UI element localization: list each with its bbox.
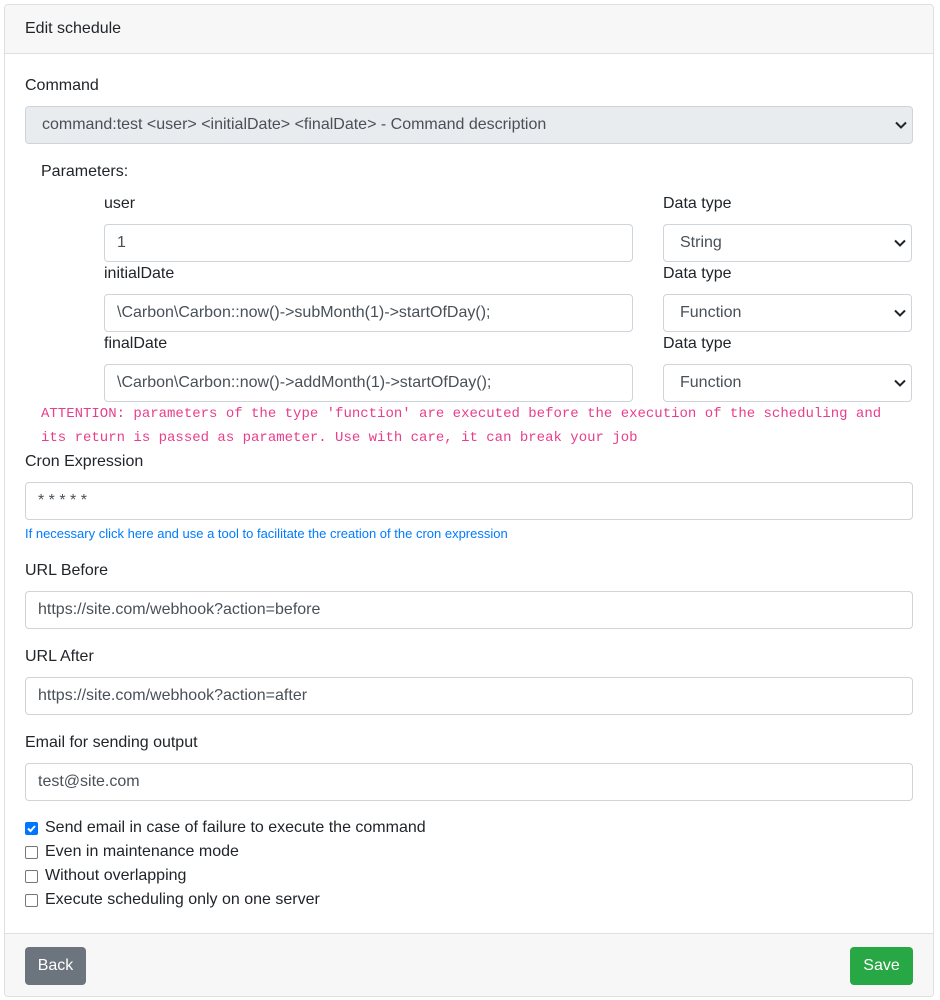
command-label: Command (25, 77, 99, 94)
back-button[interactable]: Back (25, 947, 86, 985)
url-after-value: https://site.com/webhook?action=after (38, 687, 308, 704)
cron-help-link[interactable]: If necessary click here and use a tool t… (25, 526, 508, 541)
data-type-select-initialdate[interactable]: Function (663, 294, 912, 332)
param-value-initialdate: \Carbon\Carbon::now()->subMonth(1)->star… (117, 304, 491, 321)
cron-value: * * * * * (38, 492, 87, 509)
option-label: Even in maintenance mode (45, 843, 239, 860)
param-name-finaldate: finalDate (104, 335, 168, 352)
checkbox[interactable] (25, 893, 38, 907)
save-button[interactable]: Save (850, 947, 913, 985)
param-value-finaldate: \Carbon\Carbon::now()->addMonth(1)->star… (117, 374, 492, 391)
data-type-select-finaldate[interactable]: Function (663, 364, 912, 402)
option-maintenance-mode[interactable]: Even in maintenance mode (25, 841, 239, 863)
param-value-input-finaldate[interactable]: \Carbon\Carbon::now()->addMonth(1)->star… (104, 364, 633, 402)
option-send-email-on-failure[interactable]: Send email in case of failure to execute… (25, 817, 426, 839)
checkmark-icon (27, 824, 36, 832)
data-type-select-user[interactable]: String (663, 224, 912, 262)
chevron-down-icon (893, 376, 907, 390)
email-label: Email for sending output (25, 734, 198, 751)
param-value-input-initialdate[interactable]: \Carbon\Carbon::now()->subMonth(1)->star… (104, 294, 633, 332)
chevron-down-icon (893, 306, 907, 320)
parameters-label: Parameters: (41, 163, 129, 180)
param-value-user: 1 (117, 234, 126, 251)
url-before-value: https://site.com/webhook?action=before (38, 601, 321, 618)
checkbox[interactable] (25, 845, 38, 859)
cron-input[interactable]: * * * * * (25, 482, 913, 520)
email-value: test@site.com (38, 773, 140, 790)
data-type-value-finaldate: Function (680, 374, 742, 391)
card-footer: Back Save (5, 933, 933, 996)
checkbox[interactable] (25, 869, 38, 883)
url-after-input[interactable]: https://site.com/webhook?action=after (25, 677, 913, 715)
url-before-label: URL Before (25, 562, 108, 579)
chevron-down-icon (893, 236, 907, 250)
param-name-initialdate: initialDate (104, 265, 175, 282)
param-name-user: user (104, 195, 136, 212)
option-label: Send email in case of failure to execute… (45, 819, 426, 836)
option-without-overlapping[interactable]: Without overlapping (25, 865, 186, 887)
url-after-label: URL After (25, 648, 94, 665)
option-label: Execute scheduling only on one server (45, 891, 320, 908)
chevron-down-icon (894, 118, 908, 132)
command-select[interactable]: command:test <user> <initialDate> <final… (25, 106, 913, 144)
data-type-value-user: String (680, 234, 722, 251)
url-before-input[interactable]: https://site.com/webhook?action=before (25, 591, 913, 629)
checkbox-checked[interactable] (25, 821, 38, 835)
data-type-label: Data type (663, 265, 732, 282)
option-label: Without overlapping (45, 867, 187, 884)
page-title: Edit schedule (25, 20, 122, 37)
param-value-input-user[interactable]: 1 (104, 224, 633, 262)
data-type-label: Data type (663, 335, 732, 352)
data-type-label: Data type (663, 195, 732, 212)
email-input[interactable]: test@site.com (25, 763, 913, 801)
attention-warning: ATTENTION: parameters of the type 'funct… (41, 406, 882, 446)
card-header: Edit schedule (5, 5, 933, 54)
option-one-server[interactable]: Execute scheduling only on one server (25, 889, 320, 911)
command-select-value: command:test <user> <initialDate> <final… (42, 116, 547, 133)
data-type-value-initialdate: Function (680, 304, 742, 321)
cron-label: Cron Expression (25, 453, 144, 470)
